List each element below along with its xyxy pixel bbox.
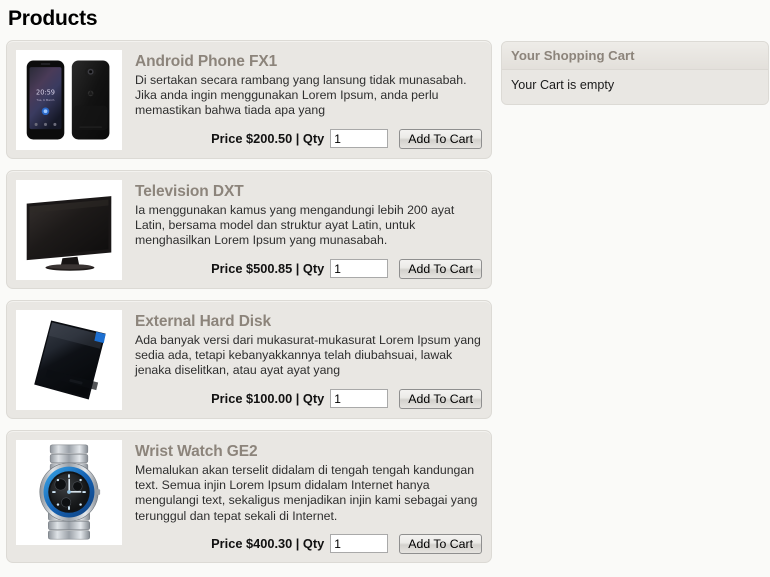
svg-text:Tue, 6 March: Tue, 6 March xyxy=(36,98,55,102)
product-description: Di sertakan secara rambang yang lansung … xyxy=(135,73,467,118)
product-image-frame xyxy=(16,440,122,545)
product-details: Wrist Watch GE2 Memalukan akan terselit … xyxy=(122,440,482,554)
android-phone-thumbnail: 20:59 Tue, 6 March xyxy=(19,53,119,147)
product-description: Memalukan akan terselit didalam di tenga… xyxy=(135,463,478,523)
product-card: 20:59 Tue, 6 March Android Phone FX1 Di … xyxy=(6,40,492,159)
quantity-input[interactable] xyxy=(330,389,389,409)
product-purchase-row: Price $200.50 | Qty Add To Cart xyxy=(135,128,482,149)
quantity-input[interactable] xyxy=(330,259,389,279)
product-title: Android Phone FX1 xyxy=(135,53,278,70)
product-price-label: Price $100.00 | Qty xyxy=(211,391,325,407)
product-details: Television DXT Ia menggunakan kamus yang… xyxy=(122,180,482,279)
cart-column: Your Shopping Cart Your Cart is empty xyxy=(492,40,769,105)
add-to-cart-button[interactable]: Add To Cart xyxy=(399,388,482,409)
product-details: Android Phone FX1 Di sertakan secara ram… xyxy=(122,50,482,149)
external-hard-disk-thumbnail xyxy=(19,313,119,407)
product-description: Ada banyak versi dari mukasurat-mukasura… xyxy=(135,333,481,378)
product-card: External Hard Disk Ada banyak versi dari… xyxy=(6,300,492,419)
product-purchase-row: Price $500.85 | Qty Add To Cart xyxy=(135,258,482,279)
product-title: Television DXT xyxy=(135,183,244,200)
add-to-cart-button[interactable]: Add To Cart xyxy=(399,258,482,279)
product-card-inner: Wrist Watch GE2 Memalukan akan terselit … xyxy=(16,440,482,554)
product-card: Television DXT Ia menggunakan kamus yang… xyxy=(6,170,492,289)
product-title: External Hard Disk xyxy=(135,313,272,330)
product-card-inner: Television DXT Ia menggunakan kamus yang… xyxy=(16,180,482,280)
product-price-label: Price $200.50 | Qty xyxy=(211,131,325,147)
page-title: Products xyxy=(8,7,98,30)
shopping-cart-empty-message: Your Cart is empty xyxy=(502,70,768,104)
page-layout: 20:59 Tue, 6 March Android Phone FX1 Di … xyxy=(0,32,770,574)
product-title: Wrist Watch GE2 xyxy=(135,443,258,460)
shopping-cart-panel: Your Shopping Cart Your Cart is empty xyxy=(501,41,769,105)
quantity-input[interactable] xyxy=(330,534,389,554)
shopping-cart-header: Your Shopping Cart xyxy=(502,42,768,70)
svg-text:20:59: 20:59 xyxy=(36,88,55,96)
television-thumbnail xyxy=(19,183,119,277)
wrist-watch-thumbnail xyxy=(19,443,119,542)
product-card-inner: 20:59 Tue, 6 March Android Phone FX1 Di … xyxy=(16,50,482,150)
add-to-cart-button[interactable]: Add To Cart xyxy=(399,533,482,554)
add-to-cart-button[interactable]: Add To Cart xyxy=(399,128,482,149)
product-image-frame xyxy=(16,310,122,410)
product-price-label: Price $400.30 | Qty xyxy=(211,536,325,552)
product-price-label: Price $500.85 | Qty xyxy=(211,261,325,277)
product-details: External Hard Disk Ada banyak versi dari… xyxy=(122,310,482,409)
product-image-frame xyxy=(16,180,122,280)
product-purchase-row: Price $400.30 | Qty Add To Cart xyxy=(135,533,482,554)
quantity-input[interactable] xyxy=(330,129,389,149)
product-image-frame: 20:59 Tue, 6 March xyxy=(16,50,122,150)
product-list: 20:59 Tue, 6 March Android Phone FX1 Di … xyxy=(6,40,492,574)
product-purchase-row: Price $100.00 | Qty Add To Cart xyxy=(135,388,482,409)
product-card-inner: External Hard Disk Ada banyak versi dari… xyxy=(16,310,482,410)
product-description: Ia menggunakan kamus yang mengandungi le… xyxy=(135,203,455,248)
product-card: Wrist Watch GE2 Memalukan akan terselit … xyxy=(6,430,492,563)
